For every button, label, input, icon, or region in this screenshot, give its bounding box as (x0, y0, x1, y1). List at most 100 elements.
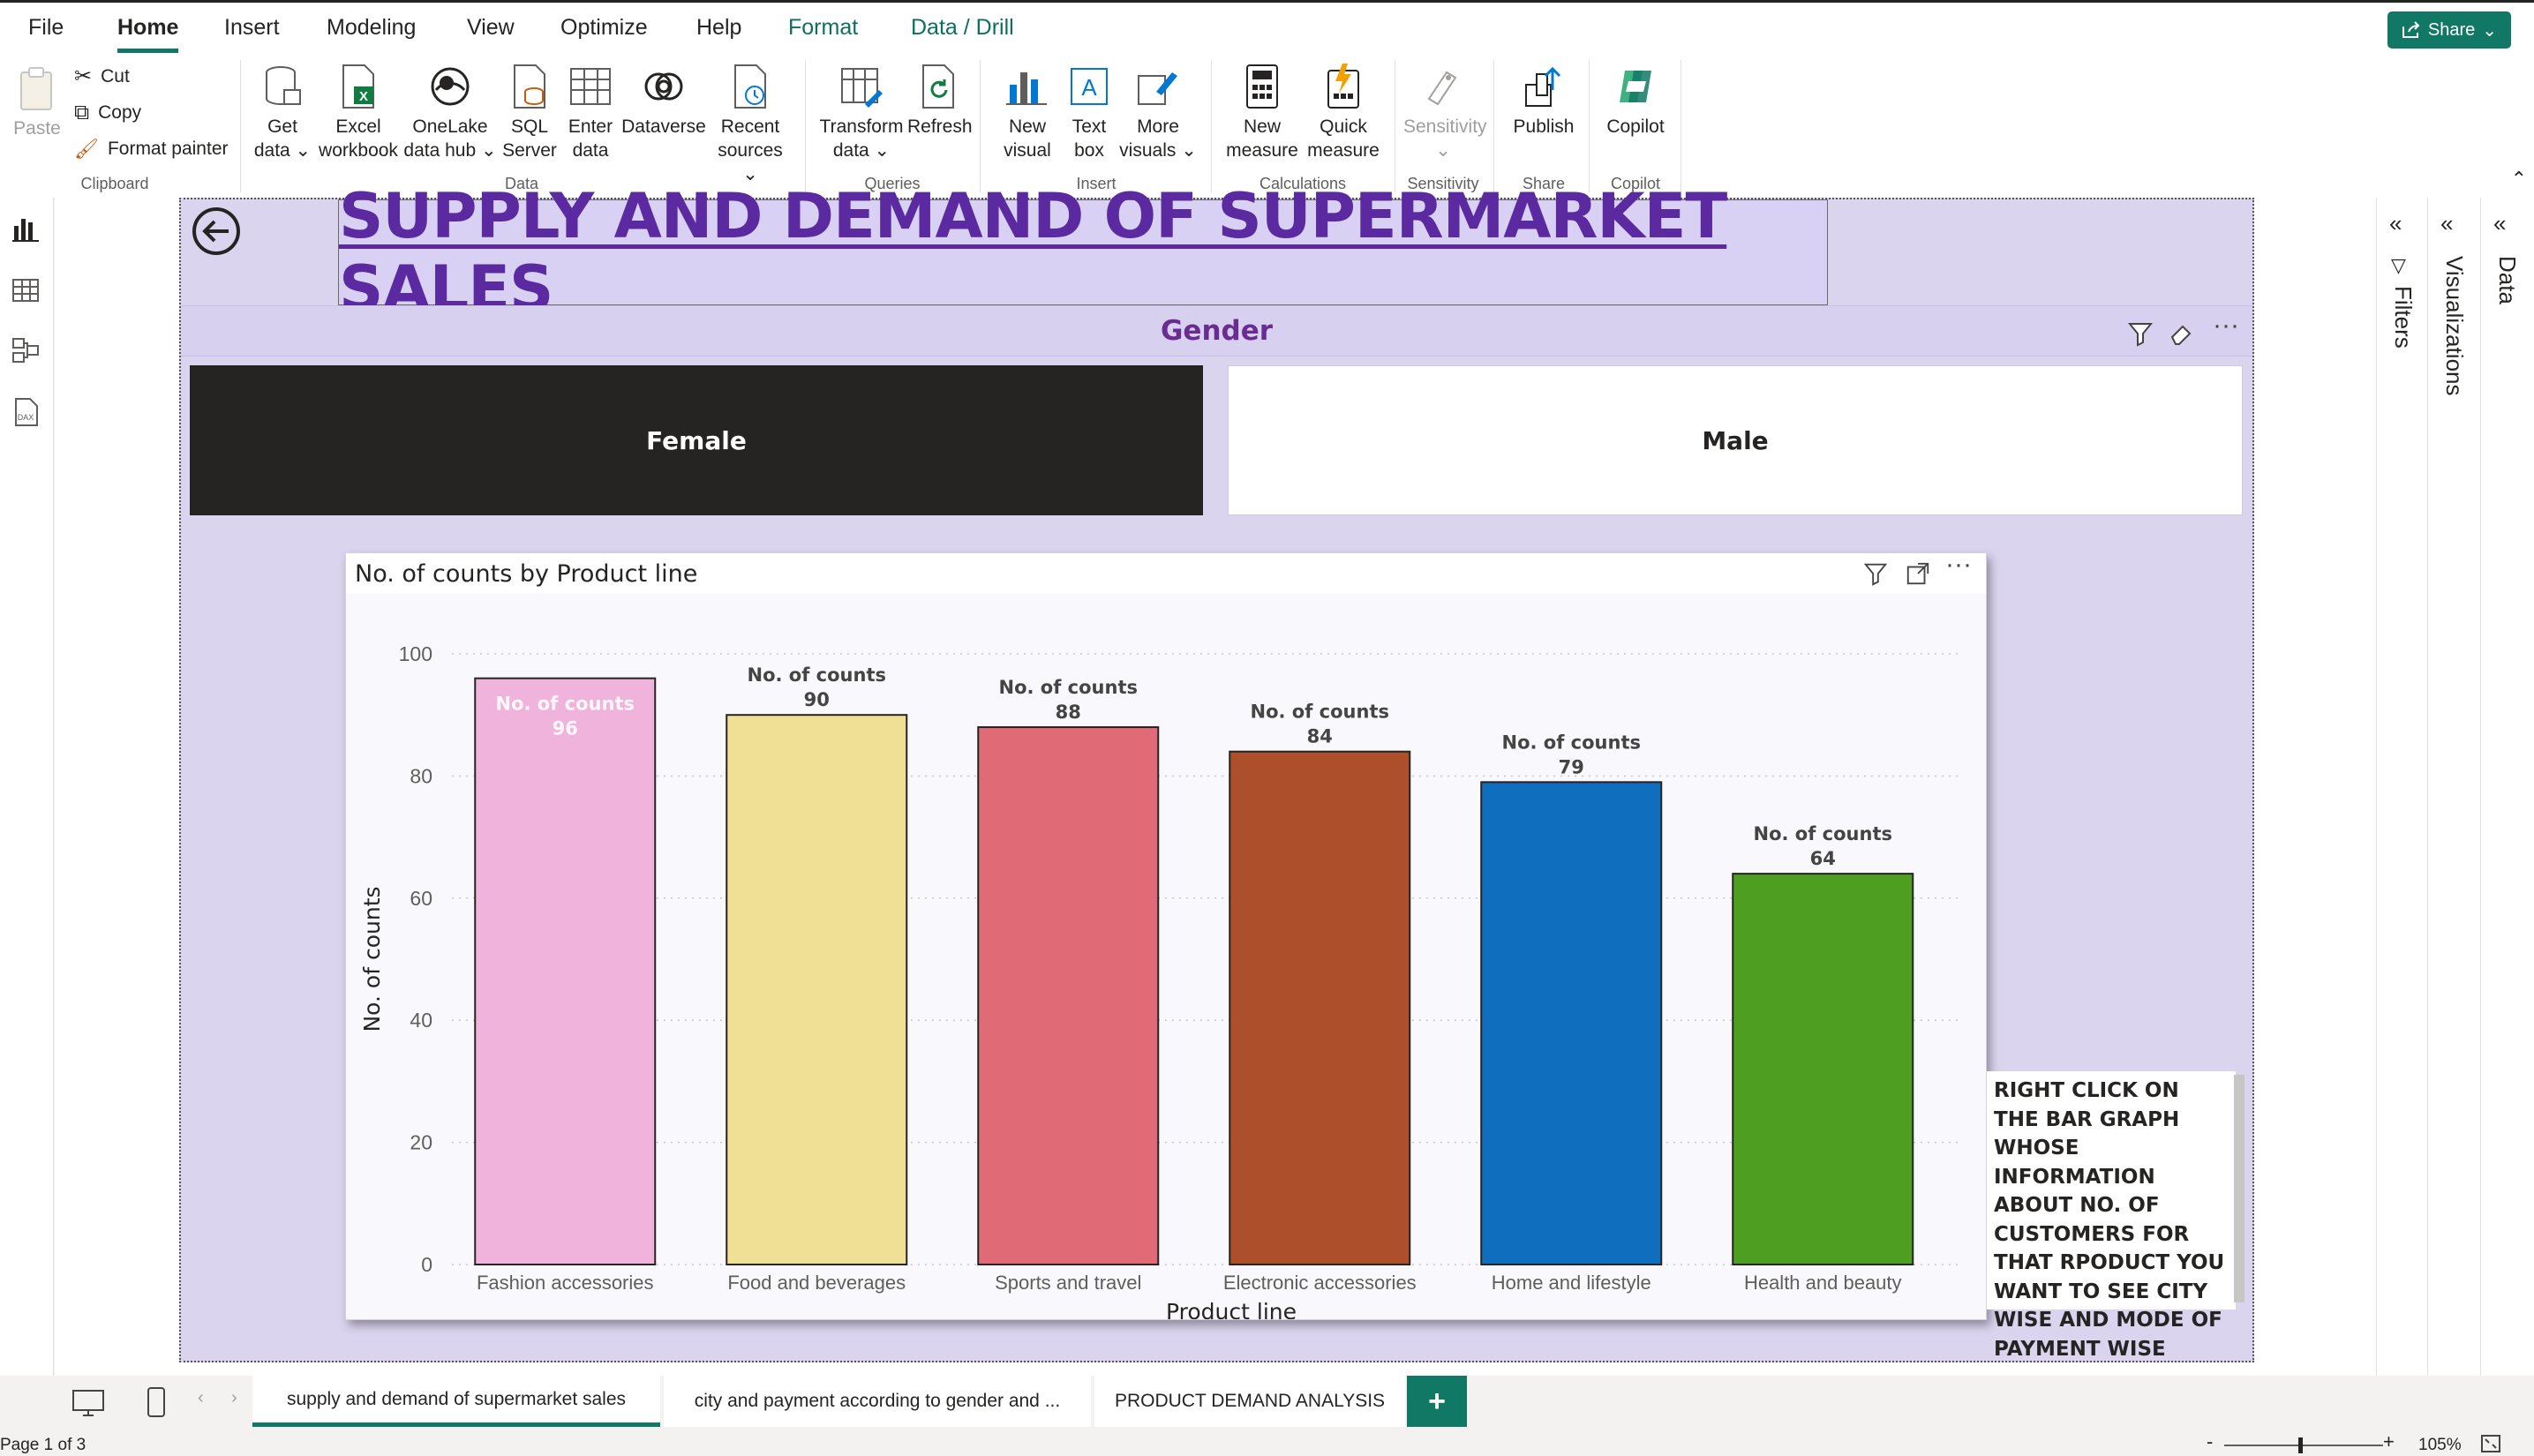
fit-to-page-icon[interactable] (2480, 1434, 2501, 1453)
add-page-button[interactable]: + (1407, 1376, 1467, 1427)
more-visuals-icon (1138, 72, 1177, 105)
data-pane[interactable]: « Data (2480, 198, 2534, 1376)
publish-button[interactable]: Publish (1504, 64, 1583, 139)
enter-data-button[interactable]: Enter data (561, 64, 620, 162)
bar-chart-visual[interactable]: No. of counts by Product line ··· 0 20 40 6… (345, 550, 1987, 1320)
refresh-button[interactable]: Refresh (907, 64, 973, 139)
filters-pane[interactable]: « ▽ Filters (2376, 198, 2428, 1376)
data-label-value: 96 (553, 718, 578, 739)
slicer-option-male[interactable]: Male (1228, 365, 2243, 515)
slicer-option-female[interactable]: Female (190, 365, 1203, 515)
onelake-button[interactable]: OneLake data hub ⌄ (402, 64, 498, 162)
desktop-layout-icon[interactable] (71, 1388, 106, 1418)
menu-insert[interactable]: Insert (224, 15, 280, 41)
get-data-label-1: Get (267, 116, 297, 137)
data-label: Data (2494, 256, 2521, 304)
menu-modeling[interactable]: Modeling (327, 15, 416, 41)
visualizations-pane[interactable]: « Visualizations (2427, 198, 2481, 1376)
paste-button[interactable]: Paste (12, 65, 62, 140)
mobile-layout-icon[interactable] (145, 1386, 168, 1418)
more-options-icon[interactable]: ··· (1945, 550, 1972, 580)
sql-label-2: Server (502, 140, 557, 161)
sensitivity-button[interactable]: Sensitivity ⌄ (1403, 64, 1487, 162)
transform-label-1: Transform (819, 116, 904, 137)
sql-server-button[interactable]: SQL Server (498, 64, 561, 162)
sensitivity-label: Sensitivity (1403, 116, 1487, 137)
menu-data-drill[interactable]: Data / Drill (911, 15, 1014, 41)
bar-food-and-beverages[interactable] (726, 714, 908, 1265)
menu-help[interactable]: Help (696, 15, 741, 41)
dataverse-icon (644, 72, 683, 101)
recent-sources-button[interactable]: Recent sources ⌄ (708, 64, 793, 186)
zoom-level: 105% (2418, 1436, 2462, 1454)
transform-data-button[interactable]: Transform data ⌄ (816, 64, 907, 162)
excel-workbook-button[interactable]: X Excel workbook (314, 64, 402, 162)
collapse-chevron-icon[interactable]: « (2440, 210, 2453, 237)
transform-label-2: data ⌄ (832, 140, 891, 161)
page-tab-3[interactable]: PRODUCT DEMAND ANALYSIS (1094, 1376, 1405, 1427)
collapse-ribbon-icon[interactable]: ⌃ (2511, 168, 2527, 191)
format-painter-button[interactable]: 🖌 Format painter (74, 138, 229, 161)
new-visual-button[interactable]: New visual (992, 64, 1063, 162)
data-label-value: 64 (1810, 848, 1836, 869)
eraser-icon[interactable] (2167, 319, 2195, 348)
sql-icon (514, 64, 545, 109)
x-tick-label: Home and lifestyle (1492, 1272, 1651, 1294)
cut-button[interactable]: ✂ Cut (74, 64, 130, 89)
refresh-label: Refresh (907, 116, 973, 137)
scroll-right-icon[interactable]: › (231, 1388, 237, 1408)
bar-sports-and-travel[interactable] (977, 726, 1160, 1266)
model-view-icon[interactable] (11, 335, 41, 365)
excel-label-2: workbook (319, 140, 398, 161)
filter-icon: ▽ (2391, 254, 2406, 276)
collapse-chevron-icon[interactable]: « (2389, 210, 2402, 237)
menu-optimize[interactable]: Optimize (560, 15, 648, 41)
page-tab-2[interactable]: city and payment according to gender and… (664, 1376, 1091, 1427)
get-data-button[interactable]: Get data ⌄ (251, 64, 314, 162)
copy-label: Copy (98, 102, 142, 123)
menu-format[interactable]: Format (788, 15, 858, 41)
filter-icon[interactable] (1862, 560, 1889, 587)
new-measure-button[interactable]: New measure (1222, 64, 1303, 162)
zoom-slider-thumb[interactable] (2298, 1437, 2303, 1453)
quick-measure-button[interactable]: Quick measure (1303, 64, 1384, 162)
dataverse-button[interactable]: Dataverse (620, 64, 708, 139)
quick-measure-label-1: Quick (1320, 116, 1367, 137)
menu-home[interactable]: Home (117, 15, 179, 53)
page-tab-1[interactable]: supply and demand of supermarket sales (252, 1376, 660, 1427)
note-scrollbar[interactable] (2234, 1075, 2245, 1302)
chart-title: No. of counts by Product line (355, 560, 698, 588)
new-visual-icon (1006, 72, 1047, 105)
filter-icon[interactable] (2126, 319, 2154, 348)
y-tick-label: 20 (410, 1131, 432, 1154)
data-label-name: No. of counts (999, 677, 1138, 698)
text-box-button[interactable]: A Text box (1063, 64, 1116, 162)
menu-file[interactable]: File (28, 15, 64, 41)
zoom-in-button[interactable]: + (2383, 1430, 2395, 1453)
bar-home-and-lifestyle[interactable] (1480, 781, 1663, 1265)
table-view-icon[interactable] (11, 275, 41, 305)
menu-view[interactable]: View (467, 15, 515, 41)
bar-electronic-accessories[interactable] (1229, 750, 1411, 1266)
back-arrow-icon[interactable] (190, 205, 243, 258)
more-visuals-button[interactable]: More visuals ⌄ (1116, 64, 1200, 162)
scroll-left-icon[interactable]: ‹ (198, 1388, 204, 1408)
text-box-label-1: Text (1071, 116, 1107, 137)
report-view-icon[interactable] (11, 214, 41, 244)
bar-fashion-accessories[interactable] (474, 677, 657, 1266)
publish-label: Publish (1513, 116, 1575, 137)
chevron-down-icon: ⌄ (2482, 20, 2498, 41)
data-label-name: No. of counts (1502, 732, 1641, 753)
zoom-slider-track[interactable] (2224, 1445, 2383, 1446)
share-button[interactable]: Share ⌄ (2387, 11, 2511, 49)
ribbon: Paste ✂ Cut ⧉ Copy 🖌 Format painter Clipboa… (0, 55, 2534, 199)
focus-mode-icon[interactable] (1905, 560, 1931, 587)
collapse-chevron-icon[interactable]: « (2493, 210, 2506, 237)
copilot-button[interactable]: Copilot (1598, 64, 1673, 139)
copy-button[interactable]: ⧉ Copy (74, 101, 141, 125)
bar-health-and-beauty[interactable] (1732, 873, 1914, 1265)
dax-query-view-icon[interactable]: DAX (11, 397, 41, 427)
group-clipboard: Clipboard (80, 175, 149, 192)
zoom-out-button[interactable]: - (2207, 1430, 2213, 1453)
more-options-icon[interactable]: ··· (2213, 311, 2239, 341)
